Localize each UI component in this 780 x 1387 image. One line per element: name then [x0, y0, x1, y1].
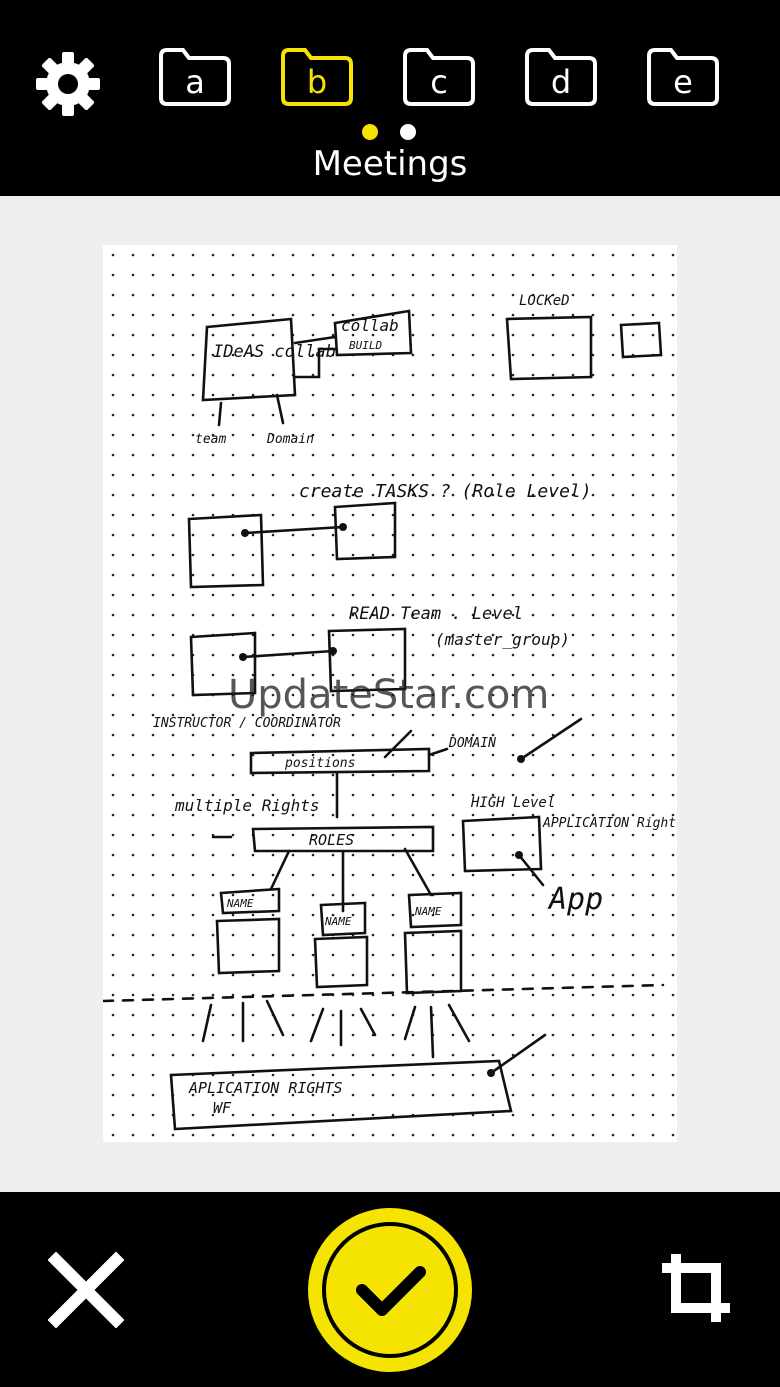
sketch-domain: DOMAIN [448, 736, 496, 751]
page-dot [400, 124, 416, 140]
sketch-app: App [547, 882, 603, 917]
folder-b[interactable]: b [279, 42, 355, 108]
sketch-master-group: (master_group) [435, 630, 570, 649]
sketch-wf: WF [213, 1099, 232, 1117]
page-indicator [360, 124, 420, 144]
folder-letter: a [185, 63, 205, 101]
folder-letter: e [673, 63, 693, 101]
sketch-name-3: NAME [414, 905, 442, 918]
page-dot-active [362, 124, 378, 140]
sketch-read-team: READ Team . Level [349, 604, 523, 624]
close-icon[interactable] [48, 1252, 124, 1328]
folder-letter: b [306, 63, 328, 101]
sketch-create-tasks: create TASKS ? (Role Level) [299, 481, 592, 502]
watermark: UpdateStar.com [228, 672, 550, 718]
sketch-build: BUILD [349, 339, 382, 352]
sketch-application-rights-box: APLICATION RIGHTS [188, 1079, 343, 1097]
sketch-locked: LOCKeD [519, 293, 570, 309]
folder-a[interactable]: a [157, 42, 233, 108]
folder-e[interactable]: e [645, 42, 721, 108]
folder-c[interactable]: c [401, 42, 477, 108]
sketch-name-2: NAME [324, 915, 352, 928]
sketch-application-rights: APPLICATION Rights [542, 816, 677, 831]
confirm-button[interactable] [306, 1206, 474, 1374]
crop-icon[interactable] [660, 1252, 732, 1324]
folder-d[interactable]: d [523, 42, 599, 108]
folder-title: Meetings [312, 144, 468, 184]
sketch-multiple-rights: multiple Rights [174, 796, 320, 815]
folder-letter: c [430, 63, 448, 101]
sketch-ideas-collab: IDeAS collab [213, 342, 336, 362]
sketch-high-level: HIGH Level [470, 795, 555, 811]
sketch-roles: ROLES [309, 831, 354, 849]
sketch-name-1: NAME [226, 897, 254, 910]
sketch-team: team [195, 432, 226, 447]
sketch-domain-top: Domain [266, 432, 314, 447]
sketch-collab: collab [341, 316, 399, 335]
top-toolbar: a b c d e Meetings [0, 0, 780, 196]
folder-letter: d [550, 63, 572, 101]
sketch-positions: positions [284, 756, 355, 771]
sketch-instructor: INSTRUCTOR / COORDINATOR [153, 716, 341, 731]
gear-icon[interactable] [32, 48, 104, 120]
